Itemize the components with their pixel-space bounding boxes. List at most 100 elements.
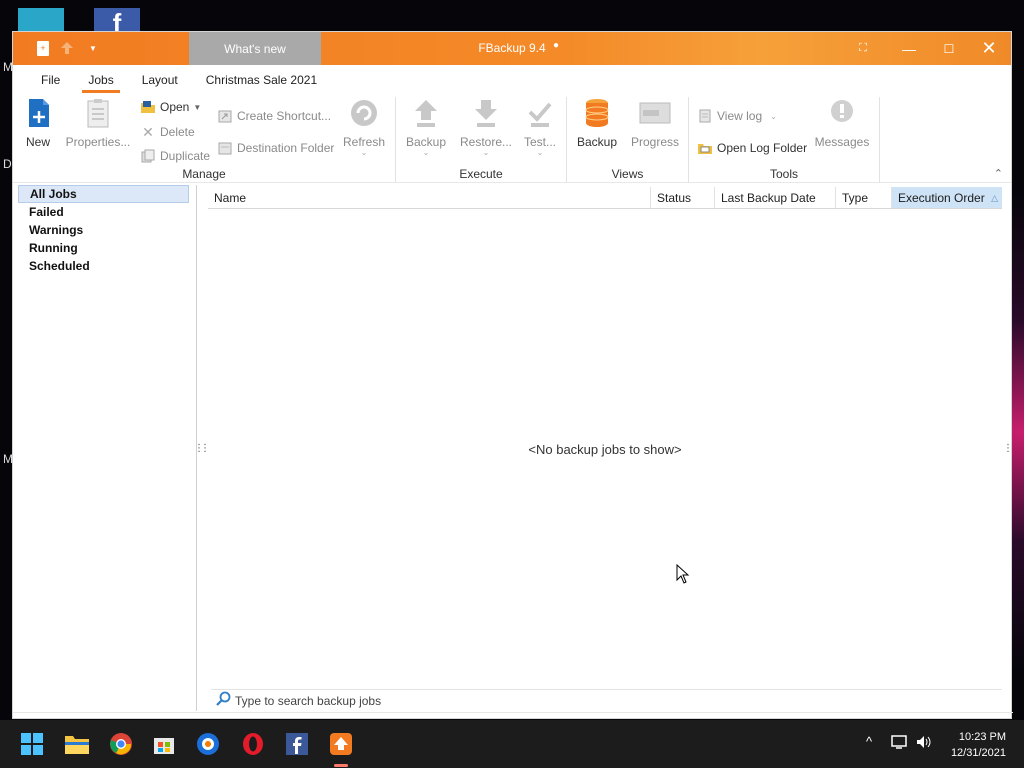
properties-icon [82,97,114,129]
refresh-icon [348,97,380,129]
views-group: Backup Progress Views [567,93,688,183]
volume-icon[interactable] [915,734,933,753]
log-folder-icon [697,140,713,156]
network-icon[interactable] [891,734,909,753]
views-group-label: Views [611,167,644,181]
progress-label: Progress [630,135,680,149]
view-log-button[interactable]: View log ⌄ [697,108,777,124]
create-shortcut-button[interactable]: Create Shortcut... [217,108,331,124]
messages-button[interactable]: Messages [814,97,870,149]
view-backup-label: Backup [576,135,618,149]
search-input[interactable] [235,693,835,708]
job-list: Name Status Last Backup Date Type Execut… [208,187,1002,711]
view-log-label: View log [717,109,763,123]
database-icon [581,97,613,129]
windows-start-icon[interactable] [18,730,46,758]
checkmark-icon [524,97,556,129]
clock-time: 10:23 PM [958,731,1006,743]
restore-button[interactable]: Restore... ⌄ [458,97,514,157]
test-dropdown-icon[interactable]: ⌄ [520,149,560,157]
duplicate-icon [140,148,156,164]
restore-dropdown-icon[interactable]: ⌄ [458,149,514,157]
column-execution-order[interactable]: Execution Order △ [892,187,1002,208]
execute-backup-button[interactable]: Backup ⌄ [404,97,448,157]
system-clock[interactable]: 10:23 PM 12/31/2021 [951,729,1006,761]
column-last-backup-date[interactable]: Last Backup Date [715,187,836,208]
progress-button[interactable]: Progress [629,97,681,149]
ribbon: New Properties... Open ▼ ✕ Delete Duplic… [13,93,1011,183]
tab-file[interactable]: File [27,73,74,93]
backup-dropdown-icon[interactable]: ⌄ [404,149,448,157]
splitter-grip-icon[interactable]: ⋮ [1003,443,1013,454]
properties-button[interactable]: Properties... [65,97,131,149]
view-log-dropdown-icon[interactable]: ⌄ [770,112,777,121]
empty-list-message: <No backup jobs to show> [528,442,682,457]
open-label: Open [160,100,190,114]
open-log-folder-label: Open Log Folder [717,141,808,155]
facebook-icon[interactable] [283,730,311,758]
file-explorer-icon[interactable] [63,730,91,758]
browser-icon[interactable] [194,730,222,758]
tools-group: View log ⌄ Open Log Folder Messages Tool… [689,93,879,183]
execute-group-label: Execute [459,167,503,181]
minimize-button[interactable]: — [889,32,929,65]
filter-scheduled[interactable]: Scheduled [18,257,189,275]
open-button[interactable]: Open ▼ [140,99,201,115]
tab-layout[interactable]: Layout [128,73,192,93]
search-bar [211,689,1002,711]
restore-label: Restore... [459,135,513,149]
close-button[interactable]: ✕ [969,32,1009,65]
refresh-label: Refresh [342,135,386,149]
focus-mode-icon[interactable]: ⛶ [843,32,883,65]
column-execution-order-label: Execution Order [898,191,985,205]
create-shortcut-label: Create Shortcut... [237,109,332,123]
microsoft-store-icon[interactable] [150,730,178,758]
duplicate-button[interactable]: Duplicate [140,148,210,164]
open-dropdown-icon[interactable]: ▼ [193,103,201,112]
delete-icon: ✕ [142,123,154,140]
tab-christmas-sale[interactable]: Christmas Sale 2021 [192,73,331,93]
destination-folder-label: Destination Folder [237,141,335,155]
view-log-icon [697,108,713,124]
filter-warnings[interactable]: Warnings [18,221,189,239]
open-log-folder-button[interactable]: Open Log Folder [697,140,807,156]
delete-label: Delete [160,125,195,139]
delete-button[interactable]: ✕ Delete [140,124,195,140]
title-bar[interactable]: + ▼ What's new FBackup 9.4 ● ⛶ — ☐ ✕ [13,32,1011,65]
collapse-ribbon-icon[interactable]: ⌃ [994,167,1003,180]
new-label: New [25,135,50,149]
column-status[interactable]: Status [651,187,715,208]
execute-backup-label: Backup [405,135,447,149]
manage-group-label: Manage [182,167,226,181]
fbackup-taskbar-icon[interactable] [327,730,355,758]
tools-group-label: Tools [769,167,798,181]
progress-bar-icon [639,97,671,129]
upload-arrow-icon [410,97,442,129]
filter-failed[interactable]: Failed [18,203,189,221]
properties-label: Properties... [65,135,131,149]
new-button[interactable]: New [23,97,53,149]
filter-all-jobs[interactable]: All Jobs [18,185,189,203]
view-backup-button[interactable]: Backup [575,97,619,149]
refresh-dropdown-icon[interactable]: ⌄ [341,149,387,157]
open-folder-icon [140,99,156,115]
maximize-button[interactable]: ☐ [929,32,969,65]
tab-jobs[interactable]: Jobs [74,73,127,93]
column-name[interactable]: Name [208,187,651,208]
title-dot-icon: ● [553,40,560,51]
filter-running[interactable]: Running [18,239,189,257]
opera-icon[interactable] [239,730,267,758]
taskbar: ^ 10:23 PM 12/31/2021 [0,720,1024,768]
messages-label: Messages [814,135,870,149]
destination-folder-button[interactable]: Destination Folder [217,140,334,156]
column-type[interactable]: Type [836,187,892,208]
refresh-button[interactable]: Refresh ⌄ [341,97,387,157]
destination-folder-icon [217,140,233,156]
download-arrow-icon [470,97,502,129]
test-button[interactable]: Test... ⌄ [520,97,560,157]
group-separator [879,97,880,183]
chrome-icon[interactable] [107,730,135,758]
show-hidden-icons-icon[interactable]: ^ [866,734,872,749]
test-label: Test... [523,135,556,149]
desktop-label-fragment: D [3,157,12,171]
